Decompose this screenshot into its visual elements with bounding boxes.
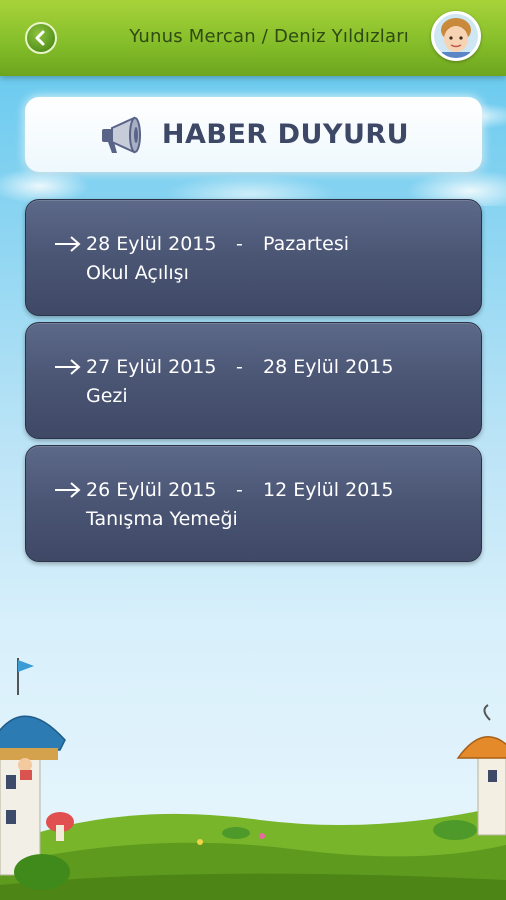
child-avatar-icon (434, 14, 478, 58)
date-separator: - (236, 233, 243, 255)
news-item[interactable]: 27 Eylül 2015 - 28 Eylül 2015 Gezi (25, 322, 482, 439)
date-separator: - (236, 356, 243, 378)
arrow-right-icon (55, 482, 81, 498)
news-date-row: 27 Eylül 2015 - 28 Eylül 2015 (54, 355, 393, 379)
news-end-date: Pazartesi (263, 233, 349, 255)
news-item[interactable]: 28 Eylül 2015 - Pazartesi Okul Açılışı (25, 199, 482, 316)
news-item[interactable]: 26 Eylül 2015 - 12 Eylül 2015 Tanışma Ye… (25, 445, 482, 562)
news-title: Tanışma Yemeği (86, 508, 238, 530)
news-start-date: 26 Eylül 2015 (86, 479, 217, 501)
top-bar: Yunus Mercan / Deniz Yıldızları (0, 0, 506, 76)
news-start-date: 27 Eylül 2015 (86, 356, 217, 378)
avatar[interactable] (431, 11, 481, 61)
megaphone-icon (101, 115, 141, 154)
page-header-card: HABER DUYURU (25, 97, 482, 172)
news-start-date: 28 Eylül 2015 (86, 233, 217, 255)
arrow-right-icon (55, 359, 81, 375)
news-date-row: 28 Eylül 2015 - Pazartesi (54, 232, 349, 256)
page-title: HABER DUYURU (161, 119, 410, 150)
landscape-illustration (0, 658, 506, 900)
user-class-title: Yunus Mercan / Deniz Yıldızları (129, 26, 409, 47)
date-separator: - (236, 479, 243, 501)
news-title: Gezi (86, 385, 128, 407)
back-button[interactable] (25, 22, 57, 54)
news-date-row: 26 Eylül 2015 - 12 Eylül 2015 (54, 478, 393, 502)
chevron-left-icon (35, 30, 45, 46)
news-end-date: 12 Eylül 2015 (263, 479, 394, 501)
news-title: Okul Açılışı (86, 262, 189, 284)
arrow-right-icon (55, 236, 81, 252)
news-end-date: 28 Eylül 2015 (263, 356, 394, 378)
